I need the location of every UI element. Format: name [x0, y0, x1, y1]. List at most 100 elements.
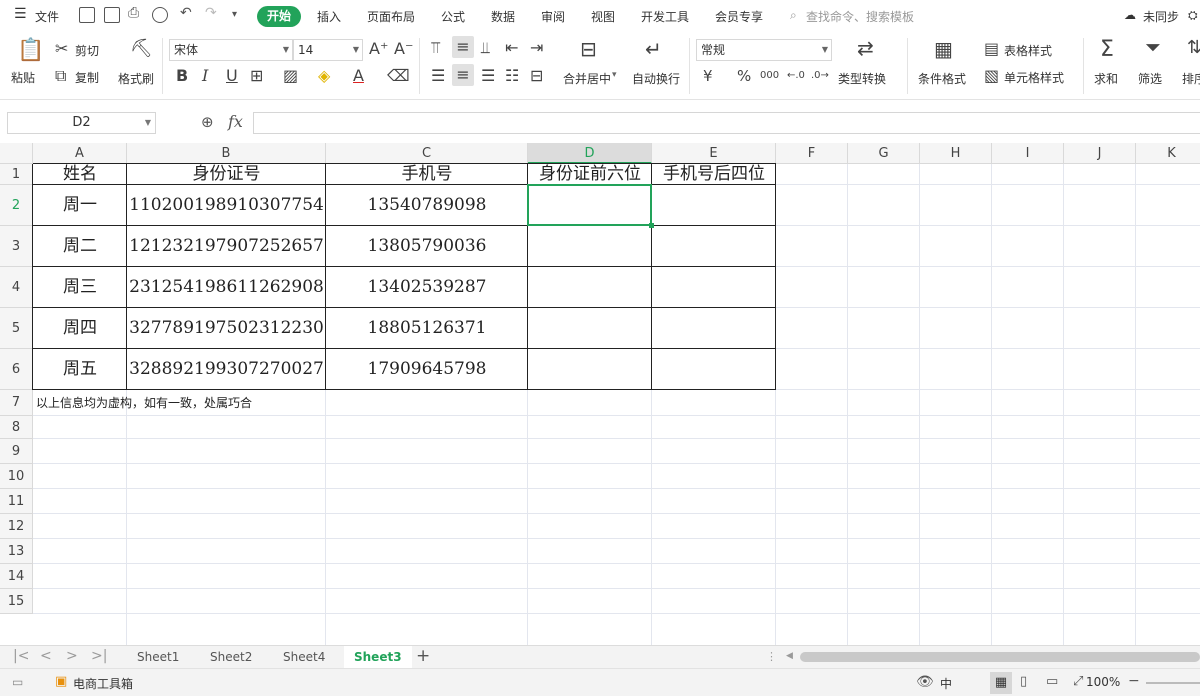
decrease-indent-icon[interactable]: ⇤ [505, 40, 518, 56]
copy-button[interactable]: 复制 [75, 69, 99, 86]
column-header-d[interactable]: D [528, 143, 652, 164]
page-layout-view-icon[interactable]: ▯ [1020, 674, 1027, 689]
command-search-input[interactable]: 查找命令、搜索模板 [806, 8, 914, 25]
row-header-10[interactable]: 10 [0, 464, 33, 489]
border-icon[interactable]: ⊞ [250, 68, 263, 84]
id-number-cell[interactable]: 328892199307270027 [127, 349, 326, 390]
search-icon[interactable]: ⌕ [790, 8, 797, 23]
row-header-4[interactable]: 4 [0, 267, 33, 308]
table-style-icon[interactable]: ▤ [984, 41, 999, 57]
decrease-decimal-icon[interactable]: .0→ [811, 68, 829, 84]
phone-cell[interactable]: 18805126371 [326, 308, 528, 349]
column-header-j[interactable]: J [1064, 143, 1136, 164]
sort-button[interactable]: 排序 [1182, 70, 1200, 87]
id-number-cell[interactable]: 327789197502312230 [127, 308, 326, 349]
align-right-icon[interactable]: ☰ [481, 68, 495, 84]
row-header-6[interactable]: 6 [0, 349, 33, 390]
formula-input[interactable] [253, 112, 1200, 134]
fill-pattern-icon[interactable]: ▨ [283, 68, 298, 84]
font-size-select[interactable]: 14 ▼ [293, 39, 363, 61]
tab-insert[interactable]: 插入 [317, 8, 341, 25]
share-icon[interactable]: ⛭ [1188, 8, 1198, 23]
fill-color-icon[interactable]: ◈ [318, 68, 330, 84]
justify-icon[interactable]: ☷ [505, 68, 519, 84]
phone-cell[interactable]: 17909645798 [326, 349, 528, 390]
tab-page-layout[interactable]: 页面布局 [367, 8, 415, 25]
row-header-1[interactable]: 1 [0, 164, 33, 185]
type-convert-icon[interactable]: ⇄ [857, 38, 874, 58]
tab-member[interactable]: 会员专享 [715, 8, 763, 25]
cell-style-button[interactable]: 单元格样式 [1004, 69, 1064, 86]
row-header-7[interactable]: 7 [0, 390, 33, 416]
print-preview-icon[interactable] [152, 7, 168, 23]
table-style-button[interactable]: 表格样式 [1004, 42, 1052, 59]
align-middle-icon[interactable]: ≡ [452, 36, 474, 58]
merge-center-icon[interactable]: ⊟ [580, 39, 597, 59]
row-header-2[interactable]: 2 [0, 185, 33, 226]
add-sheet-icon[interactable]: + [416, 646, 430, 666]
input-mode-button[interactable]: 中 [940, 675, 952, 692]
sum-icon[interactable]: Σ [1100, 39, 1114, 61]
column-header-k[interactable]: K [1136, 143, 1200, 164]
row-header-14[interactable]: 14 [0, 564, 33, 589]
column-header-h[interactable]: H [920, 143, 992, 164]
type-convert-button[interactable]: 类型转换 [838, 70, 886, 87]
tab-splitter-icon[interactable]: ⋮ [766, 650, 777, 663]
increase-decimal-icon[interactable]: ←.0 [787, 68, 805, 84]
wrap-text-button[interactable]: 自动换行 [632, 70, 680, 87]
column-header-f[interactable]: F [776, 143, 848, 164]
page-break-view-icon[interactable]: ▭ [1046, 674, 1058, 689]
export-pdf-icon[interactable] [104, 7, 120, 23]
phone-cell[interactable]: 13540789098 [326, 185, 528, 226]
font-name-select[interactable]: 宋体 ▼ [169, 39, 293, 61]
column-header-g[interactable]: G [848, 143, 920, 164]
clear-format-icon[interactable]: ⌫ [387, 68, 410, 84]
conditional-format-button[interactable]: 条件格式 [918, 70, 966, 87]
row-header-11[interactable]: 11 [0, 489, 33, 514]
cell-style-icon[interactable]: ▧ [984, 68, 999, 84]
quick-access-more-icon[interactable]: ▾ [232, 9, 237, 20]
fullscreen-icon[interactable]: ⤢ [1073, 674, 1083, 689]
toolbox-button[interactable]: 电商工具箱 [73, 675, 133, 692]
name-cell[interactable]: 周三 [33, 267, 127, 308]
horizontal-scrollbar[interactable] [800, 652, 1200, 662]
copy-icon[interactable]: ⧉ [55, 68, 66, 84]
column-header-a[interactable]: A [33, 143, 127, 164]
cloud-sync-icon[interactable]: ☁ [1124, 8, 1136, 22]
print-icon[interactable]: ⎙ [128, 5, 139, 21]
disclaimer-note[interactable]: 以上信息均为虚构，如有一致，处属巧合 [33, 390, 433, 416]
format-painter-button[interactable]: 格式刷 [118, 70, 154, 87]
paste-icon[interactable]: 📋 [17, 40, 44, 62]
scissors-icon[interactable]: ✂ [55, 41, 68, 57]
cut-button[interactable]: 剪切 [75, 42, 99, 59]
row-header-9[interactable]: 9 [0, 439, 33, 464]
paste-button[interactable]: 粘贴 [11, 69, 35, 86]
phone-cell[interactable]: 13805790036 [326, 226, 528, 267]
zoom-search-icon[interactable]: ⊕ [201, 113, 214, 131]
prev-sheet-icon[interactable]: < [40, 648, 52, 664]
align-top-icon[interactable]: ⫪ [431, 40, 440, 56]
id-number-cell[interactable]: 231254198611262908 [127, 267, 326, 308]
column-header-b[interactable]: B [127, 143, 326, 164]
header-cell[interactable]: 手机号后四位 [652, 164, 776, 185]
number-format-select[interactable]: 常规 ▼ [696, 39, 832, 61]
id-number-cell[interactable]: 110200198910307754 [127, 185, 326, 226]
header-cell[interactable]: 姓名 [33, 164, 127, 185]
tab-sheet4[interactable]: Sheet4 [283, 650, 325, 664]
tab-sheet1[interactable]: Sheet1 [137, 650, 179, 664]
id-number-cell[interactable]: 121232197907252657 [127, 226, 326, 267]
zoom-slider[interactable] [1146, 682, 1200, 684]
hscroll-left-icon[interactable]: ◀ [786, 651, 793, 661]
bold-icon[interactable]: B [176, 68, 188, 84]
conditional-format-icon[interactable]: ▦ [934, 39, 953, 59]
select-all-corner[interactable] [0, 143, 33, 164]
name-cell[interactable]: 周五 [33, 349, 127, 390]
sort-icon[interactable]: ⇅ [1187, 39, 1200, 57]
merge-center-button[interactable]: 合并居中 [563, 70, 611, 87]
zoom-out-icon[interactable]: − [1128, 673, 1140, 689]
zoom-level[interactable]: 100% [1086, 675, 1120, 689]
phone-cell[interactable]: 13402539287 [326, 267, 528, 308]
tab-formulas[interactable]: 公式 [441, 8, 465, 25]
currency-icon[interactable]: ¥ [703, 68, 713, 84]
toolbox-icon[interactable]: ▣ [55, 674, 67, 689]
